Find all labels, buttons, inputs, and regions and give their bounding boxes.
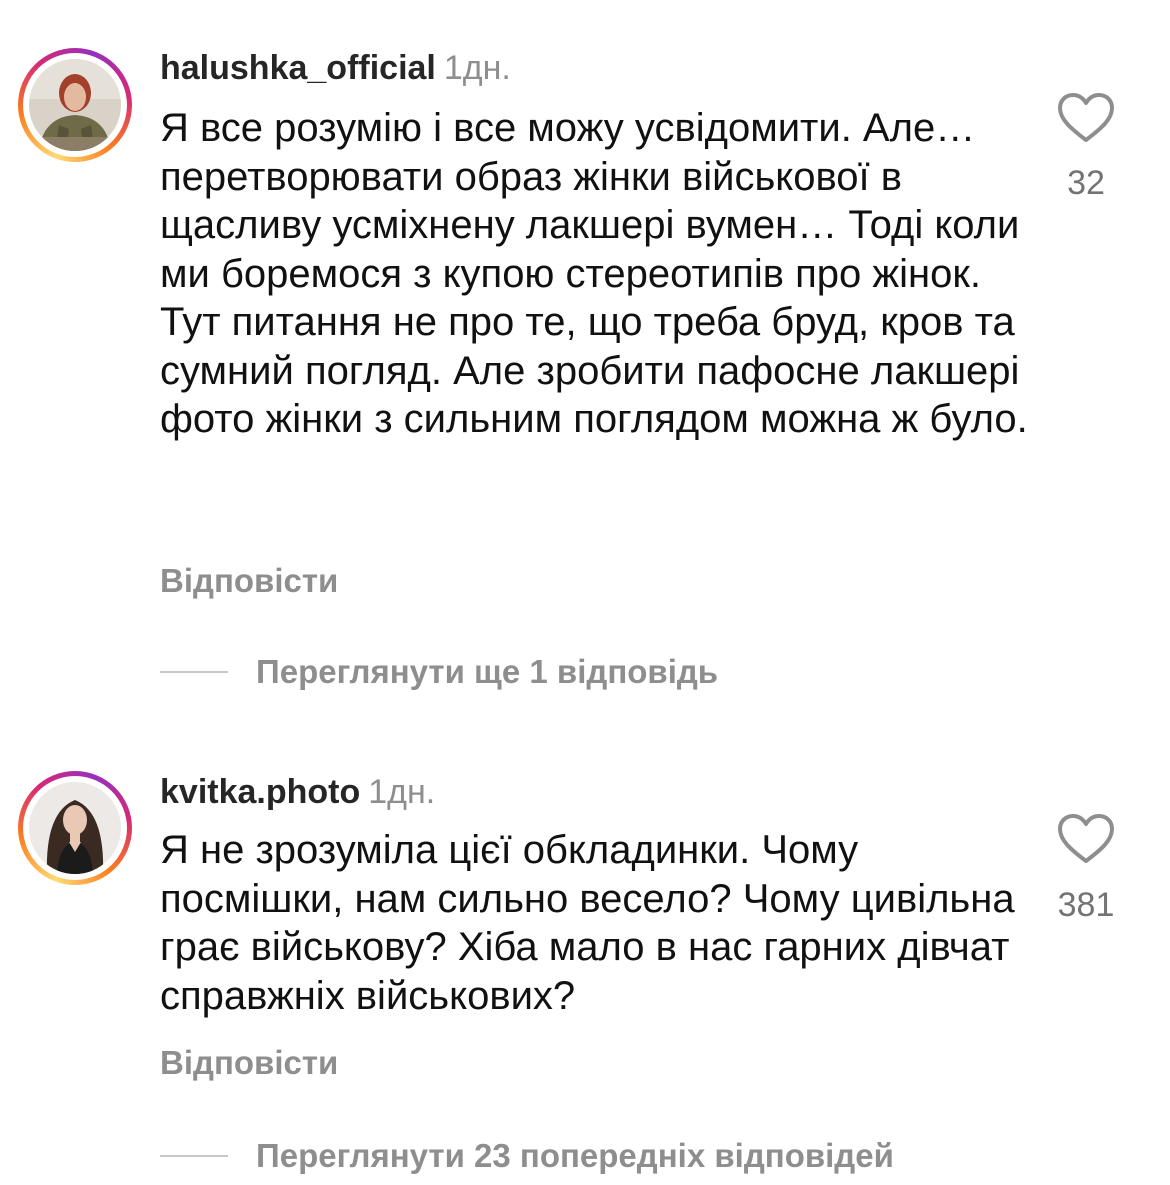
view-replies-label: Переглянути 23 попередніх відповідей <box>256 1137 894 1174</box>
heart-outline-icon <box>1058 93 1114 142</box>
divider-line <box>160 1155 228 1157</box>
view-replies-label: Переглянути ще 1 відповідь <box>256 653 719 690</box>
heart-outline-icon <box>1058 814 1114 863</box>
comment-text: Я все розумію і все можу усвідомити. Але… <box>160 106 1028 441</box>
username[interactable]: kvitka.photo <box>160 773 360 811</box>
avatar <box>29 59 121 151</box>
reply-button[interactable]: Відповісти <box>160 561 338 601</box>
view-replies-button[interactable]: Переглянути ще 1 відповідь <box>160 652 718 692</box>
avatar-story-ring[interactable] <box>18 48 132 162</box>
reply-button[interactable]: Відповісти <box>160 1043 338 1083</box>
comment-header: kvitka.photo 1дн. <box>160 772 435 812</box>
view-replies-button[interactable]: Переглянути 23 попередніх відповідей <box>160 1136 894 1176</box>
timestamp: 1дн. <box>368 773 436 811</box>
like-button[interactable] <box>1056 90 1116 146</box>
like-button[interactable] <box>1056 811 1116 867</box>
avatar-story-ring[interactable] <box>18 771 132 885</box>
divider-line <box>160 671 228 673</box>
username[interactable]: halushka_official <box>160 49 436 87</box>
like-count: 32 <box>1067 164 1105 202</box>
comment-header: halushka_official 1дн. <box>160 48 511 88</box>
like-count: 381 <box>1057 886 1115 924</box>
avatar <box>29 782 121 874</box>
timestamp: 1дн. <box>443 49 511 87</box>
comment-text: Я не зрозуміла цієї обкладинки. Чому пос… <box>160 828 1015 1018</box>
